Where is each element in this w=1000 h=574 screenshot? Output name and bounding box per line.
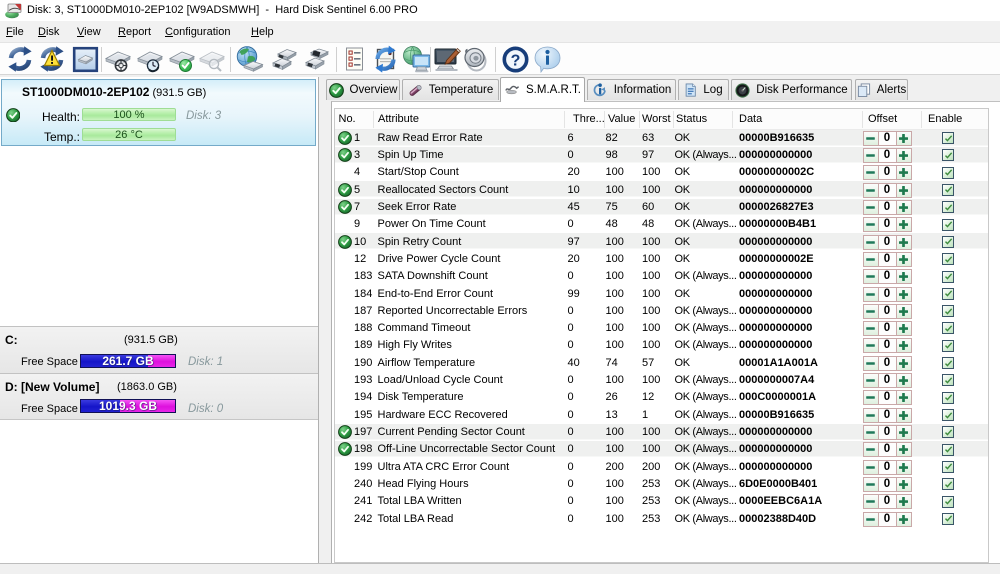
svg-text:?: ?	[510, 52, 520, 69]
